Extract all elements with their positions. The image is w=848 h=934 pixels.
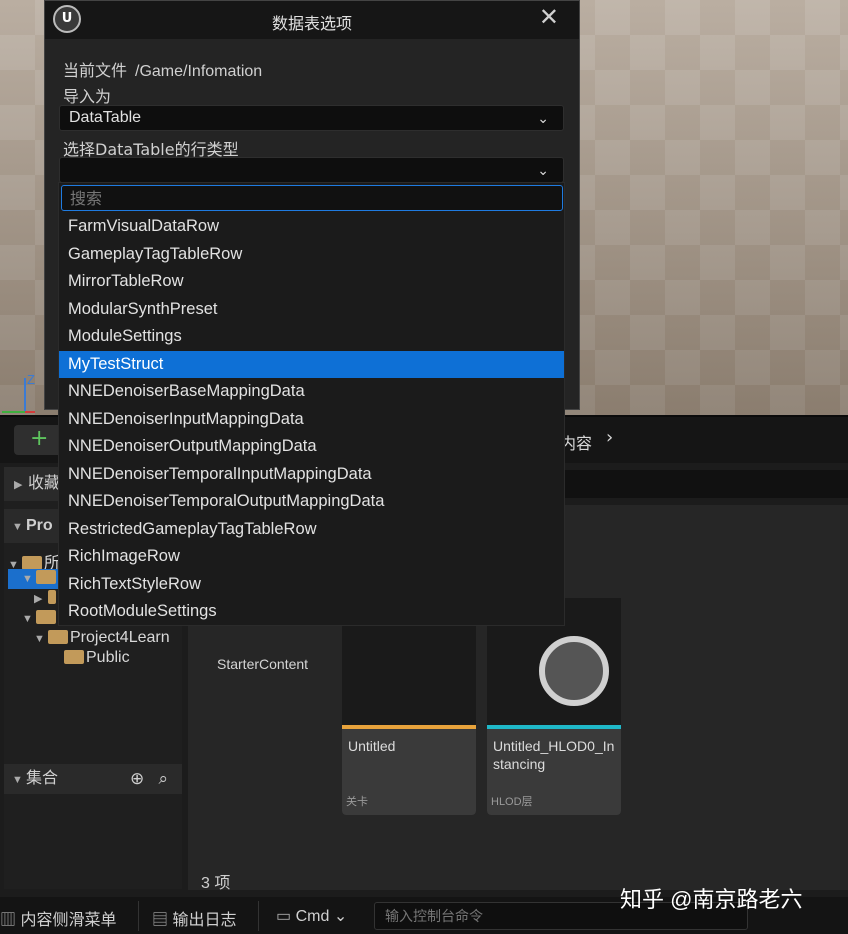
content-drawer-button[interactable]: ▥ 内容侧滑菜单	[0, 906, 116, 930]
row-type-option[interactable]: MyTestStruct	[59, 350, 564, 378]
search-icon[interactable]: ⌕	[158, 769, 168, 788]
asset-type: 关卡	[346, 796, 368, 808]
row-type-option[interactable]: RootModuleSettings	[59, 598, 564, 626]
asset-name: Untitled_HLOD0_Instancing	[493, 738, 615, 772]
row-type-option[interactable]: NNEDenoiserTemporalInputMappingData	[59, 461, 564, 489]
tree-item[interactable]: ▼	[22, 609, 58, 629]
output-log-button[interactable]: ▤ 输出日志	[152, 906, 236, 930]
asset-tile-untitled[interactable]: Untitled 关卡	[342, 598, 476, 815]
row-type-option[interactable]: NNEDenoiserInputMappingData	[59, 406, 564, 434]
chevron-right-icon[interactable]: ›	[606, 427, 613, 448]
row-type-option[interactable]: NNEDenoiserTemporalOutputMappingData	[59, 488, 564, 516]
add-button[interactable]: +	[14, 425, 64, 455]
row-type-option[interactable]: FarmVisualDataRow	[59, 213, 564, 241]
collections-header[interactable]: ▼ 集合 ⊕ ⌕	[4, 764, 182, 794]
import-as-label: 导入为	[63, 87, 112, 106]
collapse-arrow-icon: ▼	[12, 521, 23, 533]
chevron-down-icon: ⌄	[537, 110, 549, 126]
current-file-row: 当前文件/Game/Infomation	[63, 57, 262, 81]
row-type-list: FarmVisualDataRow GameplayTagTableRow Mirr…	[59, 213, 564, 626]
plus-icon: +	[30, 426, 49, 451]
current-file-path: /Game/Infomation	[135, 63, 263, 80]
hlod-sphere-icon	[539, 636, 609, 706]
watermark: 知乎 @南京路老六	[620, 887, 803, 912]
row-type-option[interactable]: RestrictedGameplayTagTableRow	[59, 516, 564, 544]
tree-public-folder[interactable]: Public	[64, 649, 130, 669]
row-type-combo[interactable]: ⌄	[59, 157, 564, 183]
collapse-arrow-icon: ▼	[12, 774, 23, 786]
tree-root[interactable]: ▼ 所	[8, 549, 60, 572]
row-type-option[interactable]: ModularSynthPreset	[59, 296, 564, 324]
row-type-option[interactable]: MirrorTableRow	[59, 268, 564, 296]
cmd-selector[interactable]: ▭ Cmd ⌄	[276, 906, 347, 926]
row-type-option[interactable]: NNEDenoiserOutputMappingData	[59, 433, 564, 461]
row-type-option[interactable]: ModuleSettings	[59, 323, 564, 351]
row-type-option[interactable]: RichTextStyleRow	[59, 571, 564, 599]
folder-icon	[36, 610, 56, 624]
folder-icon	[64, 650, 84, 664]
chevron-down-icon: ⌄	[333, 908, 348, 925]
asset-name: Untitled	[348, 738, 396, 754]
dialog-title: 数据表选项	[271, 14, 352, 33]
folder-icon	[22, 556, 42, 570]
chevron-down-icon: ⌄	[537, 162, 549, 178]
path-bar	[564, 470, 848, 498]
asset-type: HLOD层	[491, 796, 533, 808]
row-type-option[interactable]: GameplayTagTableRow	[59, 241, 564, 269]
row-type-dropdown: FarmVisualDataRowGameplayTagTableRowMirr…	[58, 182, 565, 626]
row-type-option[interactable]: NNEDenoiserBaseMappingData	[59, 378, 564, 406]
log-icon: ▤	[152, 912, 169, 929]
folder-starter-content[interactable]: StarterContent	[217, 656, 308, 672]
asset-tile-hlod[interactable]: Untitled_HLOD0_Instancing HLOD层	[487, 598, 621, 815]
tree-project-folder[interactable]: ▼ Project4Learn	[34, 629, 170, 649]
dialog-title-bar[interactable]: U 数据表选项 ✕	[45, 1, 579, 39]
current-file-label: 当前文件	[63, 61, 128, 80]
import-as-value: DataTable	[69, 109, 142, 126]
folder-icon	[48, 630, 68, 644]
axis-z-label: Z	[27, 372, 35, 387]
import-as-combo[interactable]: DataTable ⌄	[59, 105, 564, 131]
folder-icon	[48, 590, 56, 604]
folder-icon	[36, 570, 56, 584]
row-type-option[interactable]: RichImageRow	[59, 543, 564, 571]
expand-arrow-icon: ▶	[14, 479, 23, 491]
drawer-icon: ▥	[0, 912, 17, 929]
tree-item[interactable]: ▶	[34, 589, 58, 609]
close-button[interactable]: ✕	[539, 3, 559, 31]
axis-gizmo-icon: Z	[2, 372, 35, 413]
terminal-icon: ▭	[276, 908, 292, 925]
add-collection-icon[interactable]: ⊕	[130, 769, 144, 788]
item-count: 3 项	[201, 875, 231, 892]
search-input[interactable]	[61, 185, 563, 211]
